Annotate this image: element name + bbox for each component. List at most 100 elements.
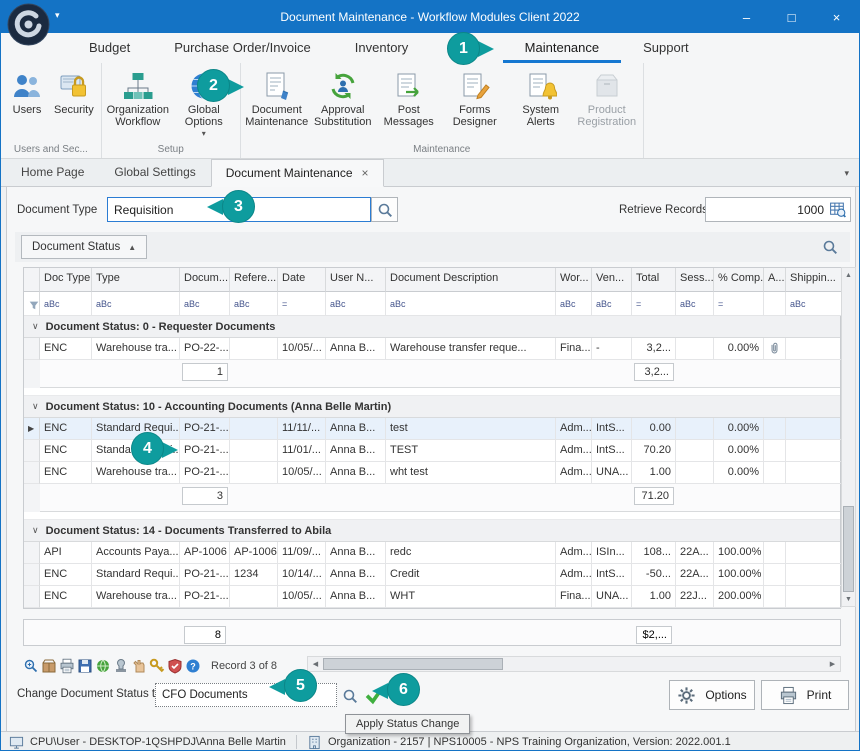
filter-cell[interactable]: aBc <box>326 292 386 316</box>
maximize-button[interactable]: □ <box>769 1 814 33</box>
callout-2: 2 <box>197 69 230 102</box>
tab-list-dropdown-icon[interactable]: ▾ <box>844 168 849 179</box>
docmaint-icon <box>261 70 293 102</box>
filter-cell[interactable]: aBc <box>556 292 592 316</box>
doc-tab-home-page[interactable]: Home Page <box>6 158 99 186</box>
ribbon-button-post-messages[interactable]: Post Messages <box>376 67 442 129</box>
horizontal-scrollbar[interactable]: ◀ ▶ <box>307 656 841 672</box>
scroll-left-icon[interactable]: ◀ <box>308 657 323 671</box>
options-button[interactable]: Options <box>669 680 755 710</box>
doc-tab-global-settings[interactable]: Global Settings <box>99 158 210 186</box>
table-row[interactable]: ENCWarehouse tra...PO-21-...10/05/...Ann… <box>24 586 840 608</box>
ribbon-group-label: Maintenance <box>244 142 640 158</box>
ribbon-button-security[interactable]: Security <box>50 67 98 116</box>
key-icon[interactable] <box>149 658 165 674</box>
menu-tab-budget[interactable]: Budget <box>67 33 152 63</box>
column-header-sess[interactable]: Sess... <box>676 268 714 292</box>
filter-cell[interactable] <box>764 292 786 316</box>
horizontal-scroll-thumb[interactable] <box>323 658 503 670</box>
filter-cell[interactable]: = <box>278 292 326 316</box>
column-header-date[interactable]: Date <box>278 268 326 292</box>
scroll-right-icon[interactable]: ▶ <box>825 657 840 671</box>
table-row[interactable]: ENCStandard Requi...PO-21-...123410/14/.… <box>24 564 840 586</box>
package-icon[interactable] <box>41 658 57 674</box>
doc-tab-document-maintenance[interactable]: Document Maintenance× <box>211 159 384 187</box>
column-header-document-description[interactable]: Document Description <box>386 268 556 292</box>
column-header-doc-type[interactable]: Doc Type <box>40 268 92 292</box>
document-type-search-button[interactable] <box>371 197 398 222</box>
close-button[interactable]: × <box>814 1 859 33</box>
group-by-document-status[interactable]: Document Status ▲ <box>21 235 147 259</box>
group-header-text: Document Status: 14 - Documents Transfer… <box>46 525 332 537</box>
table-row[interactable]: APIAccounts Paya...AP-1006AP-100611/09/.… <box>24 542 840 564</box>
hand-icon[interactable] <box>131 658 147 674</box>
column-header-shippin[interactable]: Shippin... <box>786 268 842 292</box>
scroll-down-icon[interactable]: ▼ <box>842 592 855 606</box>
column-header-total[interactable]: Total <box>632 268 676 292</box>
column-header-refere[interactable]: Refere... <box>230 268 278 292</box>
grid-search-icon[interactable] <box>822 239 838 255</box>
funnel-icon <box>28 299 40 311</box>
ribbon-group-maintenance: Document MaintenanceApproval Substitutio… <box>241 63 644 158</box>
filter-cell[interactable]: aBc <box>676 292 714 316</box>
menu-tab-purchase-order-invoice[interactable]: Purchase Order/Invoice <box>152 33 333 63</box>
close-tab-icon[interactable]: × <box>362 167 369 179</box>
group-header-row[interactable]: ∨Document Status: 0 - Requester Document… <box>24 316 840 338</box>
column-header-ven[interactable]: Ven... <box>592 268 632 292</box>
vertical-scrollbar[interactable]: ▲ ▼ <box>841 267 856 607</box>
menu-tab-inventory[interactable]: Inventory <box>333 33 430 63</box>
print-button[interactable]: Print <box>761 680 849 710</box>
filter-cell[interactable]: aBc <box>180 292 230 316</box>
print-icon[interactable] <box>59 658 75 674</box>
scroll-up-icon[interactable]: ▲ <box>842 268 855 282</box>
column-header-type[interactable]: Type <box>92 268 180 292</box>
ribbon-button-system-alerts[interactable]: System Alerts <box>508 67 574 129</box>
filter-cell[interactable]: = <box>632 292 676 316</box>
minimize-button[interactable]: – <box>724 1 769 33</box>
filter-cell[interactable]: aBc <box>92 292 180 316</box>
filter-cell[interactable]: aBc <box>40 292 92 316</box>
zoom-icon[interactable] <box>23 658 39 674</box>
app-logo-icon[interactable] <box>7 3 50 46</box>
ribbon-button-approval-substitution[interactable]: Approval Substitution <box>310 67 376 129</box>
computer-icon <box>9 735 24 750</box>
column-header-docum[interactable]: Docum... <box>180 268 230 292</box>
printer-icon <box>779 686 798 705</box>
ribbon-button-document-maintenance[interactable]: Document Maintenance <box>244 67 310 129</box>
column-header-wor[interactable]: Wor... <box>556 268 592 292</box>
vertical-scroll-thumb[interactable] <box>843 506 854 592</box>
retrieve-records-lookup-icon[interactable] <box>829 201 846 218</box>
ribbon-button-organization-workflow[interactable]: Organization Workflow <box>105 67 171 129</box>
shield-icon[interactable] <box>167 658 183 674</box>
menu-bar: BudgetPurchase Order/InvoiceInventoryTim… <box>1 33 859 63</box>
dropdown-caret-icon: ▾ <box>202 130 206 139</box>
filter-cell[interactable]: aBc <box>592 292 632 316</box>
table-row[interactable]: ENCWarehouse tra...PO-21-...10/05/...Ann… <box>24 462 840 484</box>
globe2-icon[interactable] <box>95 658 111 674</box>
filter-cell[interactable]: aBc <box>786 292 842 316</box>
help-icon[interactable]: ? <box>185 658 201 674</box>
save-icon[interactable] <box>77 658 93 674</box>
menu-tab-maintenance[interactable]: Maintenance <box>503 33 621 63</box>
table-row[interactable]: ENCWarehouse tra...PO-22-...10/05/...Ann… <box>24 338 840 360</box>
group-header-row[interactable]: ∨Document Status: 10 - Accounting Docume… <box>24 396 840 418</box>
column-header-comp[interactable]: % Comp... <box>714 268 764 292</box>
callout-2-arrow <box>228 79 244 95</box>
ribbon-button-users[interactable]: Users <box>4 67 50 116</box>
menu-tab-support[interactable]: Support <box>621 33 711 63</box>
lock-icon <box>58 70 90 102</box>
group-header-row[interactable]: ∨Document Status: 14 - Documents Transfe… <box>24 520 840 542</box>
status-user: CPU\User - DESKTOP-1QSHPDJ\Anna Belle Ma… <box>30 736 286 748</box>
row-indicator-icon: ▶ <box>24 418 40 440</box>
ribbon-button-forms-designer[interactable]: Forms Designer <box>442 67 508 129</box>
filter-cell[interactable]: = <box>714 292 764 316</box>
column-header-user-n[interactable]: User N... <box>326 268 386 292</box>
change-status-search-button[interactable] <box>340 686 360 705</box>
group-count-summary: 3 <box>182 487 228 505</box>
ribbon-button-product-registration[interactable]: Product Registration <box>574 67 640 129</box>
filter-cell[interactable]: aBc <box>386 292 556 316</box>
column-header-a[interactable]: A... <box>764 268 786 292</box>
quick-access-dropdown-icon[interactable]: ▾ <box>55 10 60 21</box>
stamp-icon[interactable] <box>113 658 129 674</box>
filter-cell[interactable]: aBc <box>230 292 278 316</box>
